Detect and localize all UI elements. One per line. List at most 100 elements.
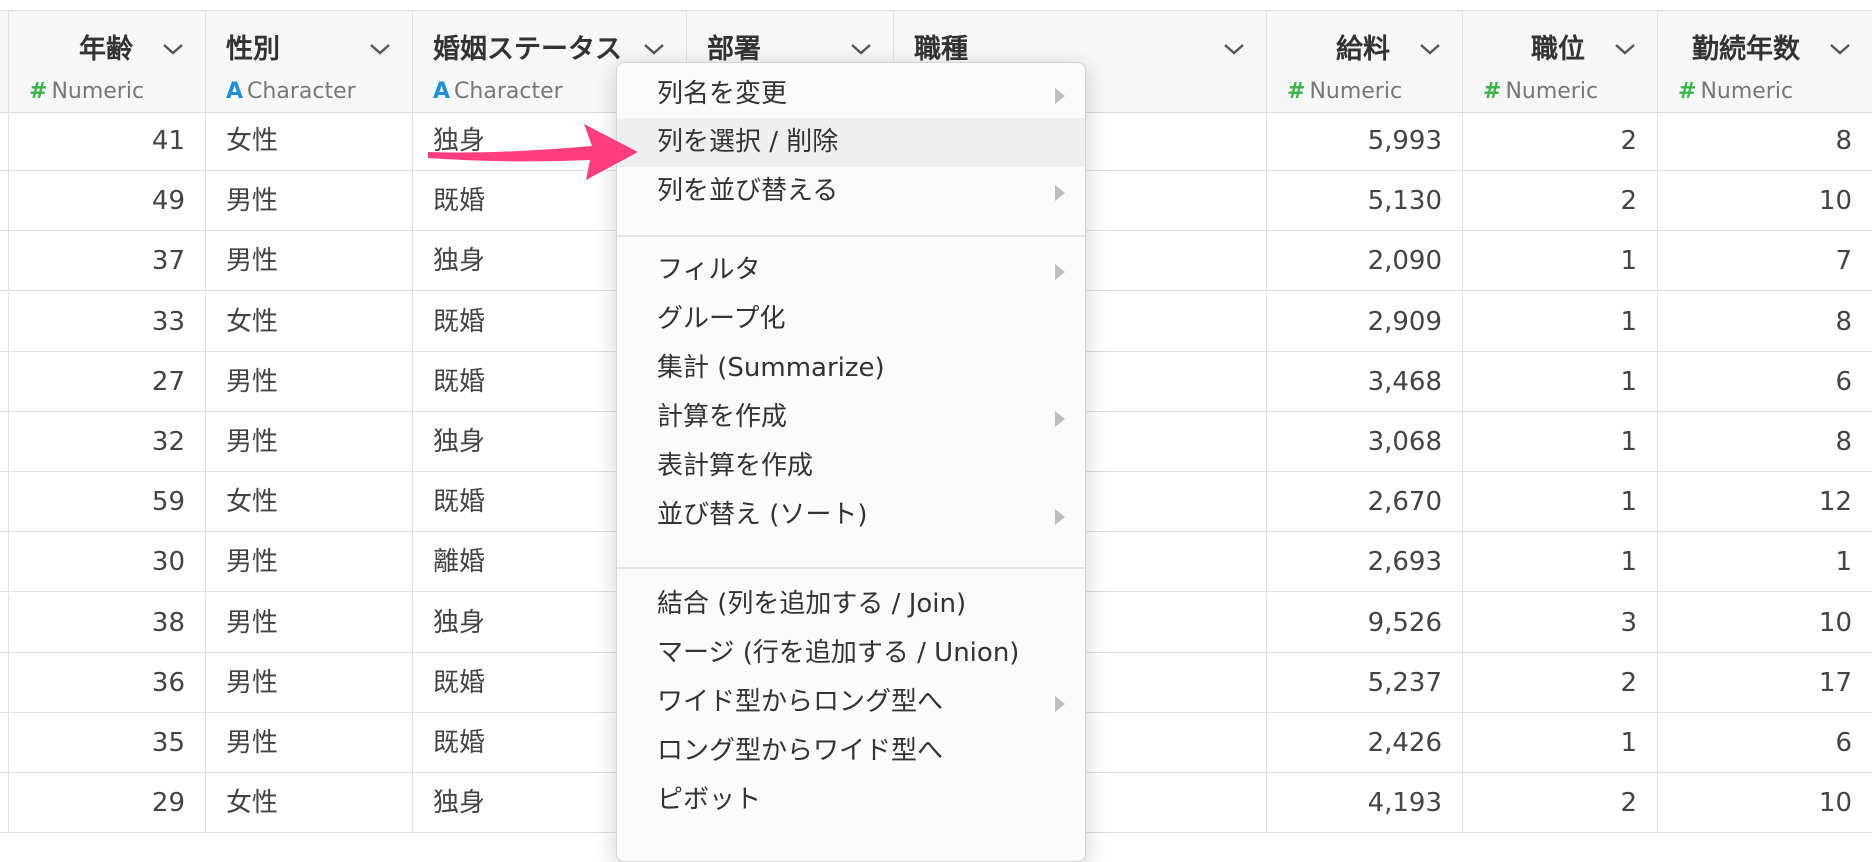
column-type: # Numeric [29,79,144,104]
cell-age[interactable]: 35 [8,713,205,773]
cell-salary[interactable]: 5,237 [1266,652,1462,713]
cell-level[interactable]: 2 [1462,652,1657,713]
cell-level[interactable]: 2 [1462,171,1657,232]
cell-gender[interactable]: 男性 [205,713,412,773]
cell-level[interactable]: 1 [1462,713,1657,773]
column-name: 婚姻ステータス [433,34,622,65]
cell-salary[interactable]: 2,090 [1266,231,1462,292]
cell-age[interactable]: 41 [8,111,205,171]
cell-age[interactable]: 30 [8,532,205,593]
menu-item-0[interactable]: 列名を変更 [617,70,1085,119]
cell-gender[interactable]: 男性 [205,231,412,292]
cell-years[interactable]: 8 [1657,412,1872,472]
cell-gender[interactable]: 男性 [205,592,412,653]
column-header-0[interactable]: 年齢 # Numeric [8,11,205,112]
cell-age[interactable]: 27 [8,351,205,412]
menu-item-6[interactable]: 計算を作成 [617,393,1085,442]
chevron-down-icon[interactable] [1828,41,1852,57]
cell-years[interactable]: 6 [1657,351,1872,412]
submenu-arrow-icon [1055,88,1065,104]
column-name: 年齢 [79,34,133,65]
menu-item-2[interactable]: 列を並び替える [617,167,1085,216]
cell-gender[interactable]: 男性 [205,171,412,232]
cell-age[interactable]: 32 [8,412,205,472]
cell-salary[interactable]: 5,130 [1266,171,1462,232]
cell-level[interactable]: 1 [1462,532,1657,593]
cell-years[interactable]: 6 [1657,713,1872,773]
menu-item-7[interactable]: 表計算を作成 [617,442,1085,491]
menu-item-13[interactable]: ピボット [617,776,1085,825]
cell-gender[interactable]: 女性 [205,773,412,834]
cell-gender[interactable]: 男性 [205,652,412,713]
menu-item-10[interactable]: マージ (行を追加する / Union) [617,629,1085,678]
menu-item-12[interactable]: ロング型からワイド型へ [617,727,1085,776]
cell-years[interactable]: 1 [1657,532,1872,593]
cell-level[interactable]: 3 [1462,592,1657,653]
cell-gender[interactable]: 男性 [205,412,412,472]
cell-salary[interactable]: 2,693 [1266,532,1462,593]
cell-salary[interactable]: 2,670 [1266,472,1462,533]
chevron-down-icon[interactable] [642,41,666,57]
cell-years[interactable]: 12 [1657,472,1872,533]
cell-level[interactable]: 1 [1462,231,1657,292]
cell-years[interactable]: 10 [1657,592,1872,653]
chevron-down-icon[interactable] [1222,41,1246,57]
cell-level[interactable]: 1 [1462,472,1657,533]
column-name: 性別 [226,34,280,65]
cell-level[interactable]: 1 [1462,291,1657,352]
cell-level[interactable]: 1 [1462,351,1657,412]
menu-item-5[interactable]: 集計 (Summarize) [617,344,1085,393]
menu-item-label: 列名を変更 [657,79,788,109]
cell-level[interactable]: 1 [1462,412,1657,472]
menu-item-3[interactable]: フィルタ [617,246,1085,295]
cell-salary[interactable]: 4,193 [1266,773,1462,834]
column-header-6[interactable]: 職位 # Numeric [1462,11,1657,112]
cell-gender[interactable]: 女性 [205,472,412,533]
cell-age[interactable]: 36 [8,652,205,713]
cell-salary[interactable]: 2,426 [1266,713,1462,773]
cell-years[interactable]: 7 [1657,231,1872,292]
chevron-down-icon[interactable] [849,41,873,57]
cell-years[interactable]: 8 [1657,291,1872,352]
menu-item-8[interactable]: 並び替え (ソート) [617,491,1085,540]
hash-icon: # [1483,79,1502,104]
chevron-down-icon[interactable] [1613,41,1637,57]
column-header-1[interactable]: 性別 A Character [205,11,412,112]
chevron-down-icon[interactable] [368,41,392,57]
column-type-label: Numeric [1309,79,1403,104]
cell-gender[interactable]: 男性 [205,532,412,593]
column-header-5[interactable]: 給料 # Numeric [1266,11,1462,112]
cell-age[interactable]: 49 [8,171,205,232]
menu-item-4[interactable]: グループ化 [617,295,1085,344]
cell-age[interactable]: 33 [8,291,205,352]
cell-age[interactable]: 29 [8,773,205,834]
menu-item-11[interactable]: ワイド型からロング型へ [617,678,1085,727]
cell-gender[interactable]: 男性 [205,351,412,412]
column-context-menu: 列名を変更列を選択 / 削除 列を並び替える フィルタ グループ化 集計 (Summar… [616,62,1086,862]
column-name: 勤続年数 [1692,34,1800,65]
cell-years[interactable]: 17 [1657,652,1872,713]
cell-age[interactable]: 59 [8,472,205,533]
cell-salary[interactable]: 9,526 [1266,592,1462,653]
cell-salary[interactable]: 3,068 [1266,412,1462,472]
cell-years[interactable]: 8 [1657,111,1872,171]
menu-item-1[interactable]: 列を選択 / 削除 [617,118,1085,167]
cell-gender[interactable]: 女性 [205,111,412,171]
chevron-down-icon[interactable] [161,41,185,57]
chevron-down-icon[interactable] [1418,41,1442,57]
menu-item-label: 結合 (列を追加する / Join) [657,589,967,619]
column-header-7[interactable]: 勤続年数 # Numeric [1657,11,1872,112]
cell-age[interactable]: 37 [8,231,205,292]
cell-level[interactable]: 2 [1462,111,1657,171]
menu-item-9[interactable]: 結合 (列を追加する / Join) [617,580,1085,629]
character-a-icon: A [226,79,244,104]
cell-years[interactable]: 10 [1657,171,1872,232]
submenu-arrow-icon [1055,411,1065,427]
cell-age[interactable]: 38 [8,592,205,653]
cell-years[interactable]: 10 [1657,773,1872,834]
cell-salary[interactable]: 2,909 [1266,291,1462,352]
cell-level[interactable]: 2 [1462,773,1657,834]
cell-gender[interactable]: 女性 [205,291,412,352]
cell-salary[interactable]: 3,468 [1266,351,1462,412]
cell-salary[interactable]: 5,993 [1266,111,1462,171]
